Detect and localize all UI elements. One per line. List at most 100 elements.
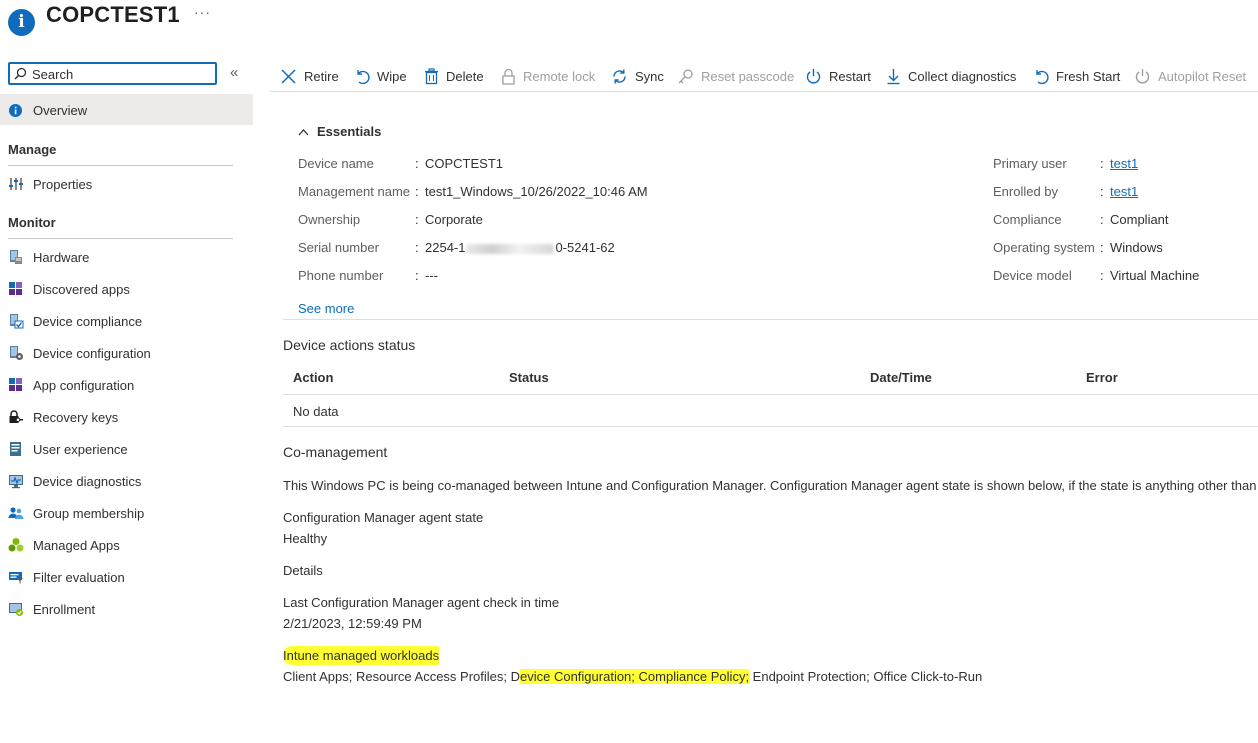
wipe-button[interactable]: Wipe (354, 64, 407, 88)
enrolled-by-link[interactable]: test1 (1110, 184, 1138, 199)
field-separator: : (415, 240, 419, 255)
hardware-icon (10, 250, 22, 264)
highlighted-text: evice Configuration; Compliance Policy; (520, 669, 750, 684)
co-management-description: This Windows PC is being co-managed betw… (283, 478, 1257, 493)
sidebar-item-user-experience[interactable]: User experience (0, 435, 253, 463)
field-label: Operating system (993, 240, 1095, 255)
sidebar-item-properties[interactable]: Properties (0, 170, 253, 198)
serial-end: 0-5241-62 (555, 240, 615, 255)
essentials-heading: Essentials (317, 124, 382, 139)
sidebar-item-device-compliance[interactable]: Device compliance (0, 307, 253, 335)
fresh-start-button[interactable]: Fresh Start (1033, 64, 1120, 88)
search-input[interactable] (32, 65, 212, 83)
fresh-start-label: Fresh Start (1056, 68, 1121, 84)
collect-diagnostics-button[interactable]: Collect diagnostics (886, 64, 1016, 88)
command-bar: Retire Wipe Delete Remote lock Sync Rese… (270, 62, 1258, 92)
lock-icon (502, 68, 515, 85)
agent-state-label: Configuration Manager agent state (283, 510, 484, 525)
field-value: Windows (1110, 240, 1163, 255)
more-options-button[interactable]: ··· (194, 4, 211, 20)
undo-icon (1036, 69, 1049, 84)
agent-state-value: Healthy (283, 531, 328, 546)
essentials-toggle[interactable]: Essentials (298, 124, 381, 139)
co-management-title: Co-management (283, 444, 388, 460)
field-value: test1_Windows_10/26/2022_10:46 AM (425, 184, 648, 199)
monitor-heading: Monitor (8, 215, 56, 230)
autopilot-reset-label: Autopilot Reset (1158, 68, 1247, 84)
empty-table-message: No data (293, 404, 339, 419)
sidebar-item-label: Overview (33, 103, 88, 118)
close-icon (281, 68, 296, 84)
sidebar-item-label: Filter evaluation (33, 570, 125, 585)
remote-lock-label: Remote lock (523, 68, 596, 84)
sidebar-item-filter-evaluation[interactable]: Filter evaluation (0, 563, 253, 591)
field-value: Compliant (1110, 212, 1169, 227)
serial-start: 2254-1 (425, 240, 466, 255)
divider (8, 238, 233, 239)
sidebar-item-app-configuration[interactable]: App configuration (0, 371, 253, 399)
sidebar-item-label: Discovered apps (33, 282, 130, 297)
column-header-error[interactable]: Error (1086, 370, 1118, 385)
manage-heading: Manage (8, 142, 57, 157)
power-icon (806, 68, 821, 83)
field-separator: : (415, 184, 419, 199)
column-header-status[interactable]: Status (509, 370, 549, 385)
field-value: Corporate (425, 212, 483, 227)
remote-lock-button[interactable]: Remote lock (501, 64, 595, 88)
user-experience-icon (10, 442, 21, 456)
workloads-list: Client Apps; Resource Access Profiles; D… (283, 669, 982, 684)
sidebar-item-label: Properties (33, 177, 93, 192)
sidebar-item-label: Device diagnostics (33, 474, 142, 489)
group-icon (8, 507, 24, 519)
field-label: Management name (298, 184, 411, 199)
sidebar-item-hardware[interactable]: Hardware (0, 243, 253, 271)
column-header-action[interactable]: Action (293, 370, 333, 385)
sidebar-item-group-membership[interactable]: Group membership (0, 499, 253, 527)
field-label: Compliance (993, 212, 1062, 227)
primary-user-link[interactable]: test1 (1110, 156, 1138, 171)
sidebar-item-label: Hardware (33, 250, 90, 265)
divider (283, 319, 1258, 320)
sync-icon (613, 69, 626, 83)
sync-button[interactable]: Sync (611, 64, 664, 88)
retire-button[interactable]: Retire (280, 64, 339, 88)
trash-icon (425, 67, 438, 84)
field-separator: : (1100, 184, 1104, 199)
column-header-datetime[interactable]: Date/Time (870, 370, 932, 385)
sidebar-item-enrollment[interactable]: Enrollment (0, 595, 253, 623)
sidebar-item-device-diagnostics[interactable]: Device diagnostics (0, 467, 253, 495)
delete-button[interactable]: Delete (424, 64, 484, 88)
discovered-apps-icon (9, 282, 22, 295)
restart-label: Restart (829, 68, 871, 84)
sidebar-item-managed-apps[interactable]: Managed Apps (0, 531, 253, 559)
details-label: Details (283, 563, 323, 578)
sidebar-item-overview[interactable]: Overview (0, 94, 253, 125)
field-label: Device model (993, 268, 1072, 283)
last-checkin-value: 2/21/2023, 12:59:49 PM (283, 616, 422, 631)
sidebar-search-box[interactable] (8, 62, 217, 85)
delete-label: Delete (446, 68, 484, 84)
sidebar-item-recovery-keys[interactable]: Recovery keys (0, 403, 253, 431)
divider (283, 394, 1258, 395)
key-icon (678, 68, 693, 83)
sidebar-item-label: Enrollment (33, 602, 96, 617)
autopilot-reset-button[interactable]: Autopilot Reset (1134, 64, 1246, 88)
see-more-link[interactable]: See more (298, 301, 354, 316)
divider (283, 426, 1258, 427)
field-label: Serial number (298, 240, 379, 255)
sidebar-item-discovered-apps[interactable]: Discovered apps (0, 275, 253, 303)
restart-button[interactable]: Restart (805, 64, 871, 88)
sidebar-item-device-configuration[interactable]: Device configuration (0, 339, 253, 367)
workload-text: Endpoint Protection; Office Click-to-Run (749, 669, 983, 684)
device-compliance-icon (10, 314, 24, 329)
device-actions-title: Device actions status (283, 337, 416, 353)
sidebar-item-label: Group membership (33, 506, 145, 521)
collapse-sidebar-button[interactable]: « (230, 64, 238, 81)
field-label: Device name (298, 156, 374, 171)
properties-icon (9, 178, 23, 190)
undo-icon (357, 69, 370, 84)
field-separator: : (415, 268, 419, 283)
field-separator: : (1100, 212, 1104, 227)
field-separator: : (415, 156, 419, 171)
reset-passcode-button[interactable]: Reset passcode (677, 64, 794, 88)
